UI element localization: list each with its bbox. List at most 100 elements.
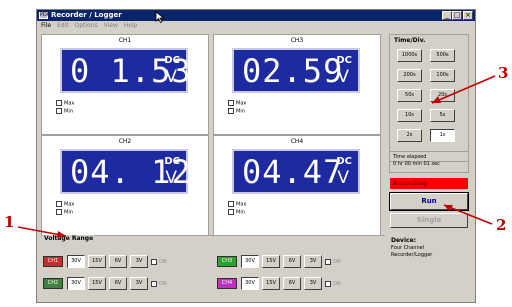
ch3-color-button[interactable]: CH3 — [217, 256, 237, 267]
max-checkbox[interactable]: Max — [56, 201, 74, 209]
meter-value: 04.47 — [242, 153, 344, 191]
run-button[interactable]: Run — [389, 192, 469, 211]
menu-options[interactable]: Options — [75, 21, 98, 31]
close-button[interactable]: × — [463, 11, 473, 20]
single-button[interactable]: Single — [390, 213, 468, 228]
ch1-range-3v[interactable]: 3V — [130, 255, 148, 268]
min-checkbox[interactable]: Min — [56, 209, 73, 217]
menu-view[interactable]: View — [104, 21, 118, 31]
time-elapsed-box: Time elapsed 0 hr 00 min 01 sec — [389, 151, 469, 173]
ch2-on-checkbox[interactable]: ON — [151, 280, 167, 288]
ch4-range-3v[interactable]: 3V — [304, 277, 322, 290]
device-label: Device: — [391, 237, 417, 244]
meter-display: 0 1.53 DC V — [60, 48, 191, 93]
min-checkbox[interactable]: Min — [228, 108, 245, 116]
max-checkbox[interactable]: Max — [56, 100, 74, 108]
time-20s-button[interactable]: 20s — [430, 89, 455, 102]
time-100s-button[interactable]: 100s — [430, 69, 455, 82]
max-label: Max — [236, 201, 247, 208]
ch3-range-15v[interactable]: 15V — [262, 255, 280, 268]
checkbox-box[interactable] — [56, 100, 62, 106]
on-label: ON — [333, 259, 341, 265]
max-checkbox[interactable]: Max — [228, 100, 246, 108]
menu-help[interactable]: Help — [124, 21, 138, 31]
ch2-range-15v[interactable]: 15V — [88, 277, 106, 290]
meter-unit: V — [337, 67, 349, 87]
max-label: Max — [64, 100, 75, 107]
maximize-button[interactable]: □ — [452, 11, 462, 20]
meter-type: DC — [164, 55, 180, 66]
min-label: Min — [236, 209, 245, 216]
meter-display: 04. 12 DC V — [60, 149, 191, 194]
ch1-color-button[interactable]: CH1 — [43, 256, 63, 267]
checkbox-box[interactable] — [56, 201, 62, 207]
checkbox-box[interactable] — [228, 209, 234, 215]
meter-panel-ch4: CH4 04.47 DC V Max Min — [213, 135, 381, 236]
menu-file[interactable]: File — [41, 21, 51, 31]
on-label: ON — [333, 281, 341, 287]
checkbox-box[interactable] — [228, 100, 234, 106]
ch3-range-30v[interactable]: 30V — [241, 255, 259, 268]
ch4-color-button[interactable]: CH4 — [217, 278, 237, 289]
ch1-range-6v[interactable]: 6V — [109, 255, 127, 268]
ch4-range-6v[interactable]: 6V — [283, 277, 301, 290]
checkbox-box[interactable] — [151, 280, 157, 287]
meter-unit: V — [165, 67, 177, 87]
checkbox-box[interactable] — [228, 201, 234, 207]
ch1-range-30v[interactable]: 30V — [67, 255, 85, 268]
ch3-range-3v[interactable]: 3V — [304, 255, 322, 268]
ch4-on-checkbox[interactable]: ON — [325, 280, 341, 288]
panel-title: CH2 — [118, 138, 132, 145]
ch3-on-checkbox[interactable]: ON — [325, 258, 341, 266]
window-title: Recorder / Logger — [51, 11, 122, 19]
ch2-range-6v[interactable]: 6V — [109, 277, 127, 290]
voltage-range-title: Voltage Range — [43, 235, 95, 242]
time-1s-button[interactable]: 1s — [430, 129, 455, 142]
checkbox-box[interactable] — [325, 280, 331, 287]
ch4-range-30v[interactable]: 30V — [241, 277, 259, 290]
time-500s-button[interactable]: 500s — [430, 49, 455, 62]
device-info: Device: Four Channel Recorder/Logger — [391, 237, 471, 259]
meter-unit: V — [337, 168, 349, 188]
max-label: Max — [64, 201, 75, 208]
min-label: Min — [64, 108, 73, 115]
meter-value: 02.59 — [242, 52, 344, 90]
on-label: ON — [159, 259, 167, 265]
checkbox-box[interactable] — [151, 258, 157, 265]
ch2-range-30v[interactable]: 30V — [67, 277, 85, 290]
panel-title: CH3 — [290, 37, 304, 44]
app-icon: PDI — [39, 12, 49, 19]
min-label: Min — [236, 108, 245, 115]
time-5s-button[interactable]: 5s — [430, 109, 455, 122]
ch3-range-6v[interactable]: 6V — [283, 255, 301, 268]
min-checkbox[interactable]: Min — [56, 108, 73, 116]
checkbox-box[interactable] — [228, 108, 234, 114]
checkbox-box[interactable] — [56, 108, 62, 114]
time-1000s-button[interactable]: 1000s — [397, 49, 422, 62]
device-line-1: Four Channel — [391, 245, 425, 251]
ch4-range-15v[interactable]: 15V — [262, 277, 280, 290]
time-200s-button[interactable]: 200s — [397, 69, 422, 82]
min-checkbox[interactable]: Min — [228, 209, 245, 217]
meter-display: 02.59 DC V — [232, 48, 360, 93]
recording-status: Recording — [390, 178, 468, 189]
minimize-button[interactable]: _ — [442, 11, 452, 20]
ch2-range-3v[interactable]: 3V — [130, 277, 148, 290]
menu-edit[interactable]: Edit — [57, 21, 69, 31]
time-50s-button[interactable]: 50s — [397, 89, 422, 102]
meter-panel-ch1: CH1 0 1.53 DC V Max Min — [41, 34, 209, 135]
time-div-title: Time/Div. — [394, 37, 426, 44]
meter-panel-ch2: CH2 04. 12 DC V Max Min — [41, 135, 209, 236]
ch1-range-15v[interactable]: 15V — [88, 255, 106, 268]
meter-panel-ch3: CH3 02.59 DC V Max Min — [213, 34, 381, 135]
meter-type: DC — [336, 156, 352, 167]
ch2-color-button[interactable]: CH2 — [43, 278, 63, 289]
checkbox-box[interactable] — [56, 209, 62, 215]
time-div-group: Time/Div. 1000s 500s 200s 100s 50s 20s 1… — [389, 34, 469, 162]
checkbox-box[interactable] — [325, 258, 331, 265]
time-10s-button[interactable]: 10s — [397, 109, 422, 122]
time-2s-button[interactable]: 2s — [397, 129, 422, 142]
ch1-on-checkbox[interactable]: ON — [151, 258, 167, 266]
title-bar: PDI Recorder / Logger _ □ × — [37, 10, 475, 21]
max-checkbox[interactable]: Max — [228, 201, 246, 209]
